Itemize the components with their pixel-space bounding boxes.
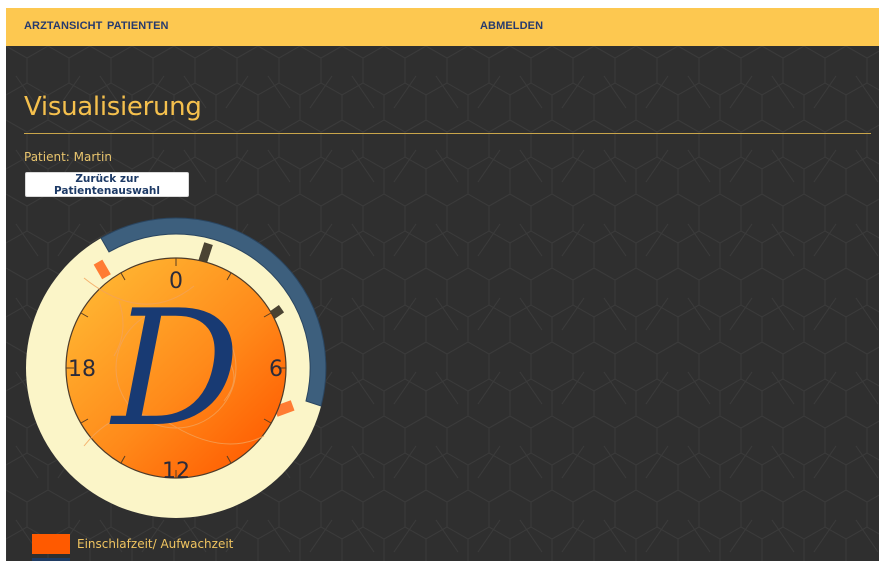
logo-d-icon: D: [109, 275, 240, 462]
clock-label-6: 6: [269, 357, 283, 382]
nav-abmelden[interactable]: ABMELDEN: [480, 20, 543, 32]
clock-label-12: 12: [162, 459, 190, 484]
back-to-patient-selection-button[interactable]: Zurück zur Patientenauswahl: [25, 172, 189, 197]
title-divider: [24, 133, 871, 134]
navbar: ARZTANSICHT PATIENTEN ABMELDEN: [6, 8, 879, 46]
page-title: Visualisierung: [24, 92, 202, 122]
app-frame: ARZTANSICHT PATIENTEN ABMELDEN Visualisi…: [6, 8, 879, 561]
nav-patienten[interactable]: PATIENTEN: [107, 20, 169, 32]
sleep-clock-chart: 0 6 12 18 D: [26, 217, 327, 518]
nav-arztansicht[interactable]: ARZTANSICHT: [24, 20, 103, 32]
patient-name: Patient: Martin: [24, 150, 112, 164]
legend-swatch-sleep-wake: [32, 534, 70, 554]
clock-label-18: 18: [68, 357, 96, 382]
legend-label-sleep-wake: Einschlafzeit/ Aufwachzeit: [77, 537, 234, 551]
